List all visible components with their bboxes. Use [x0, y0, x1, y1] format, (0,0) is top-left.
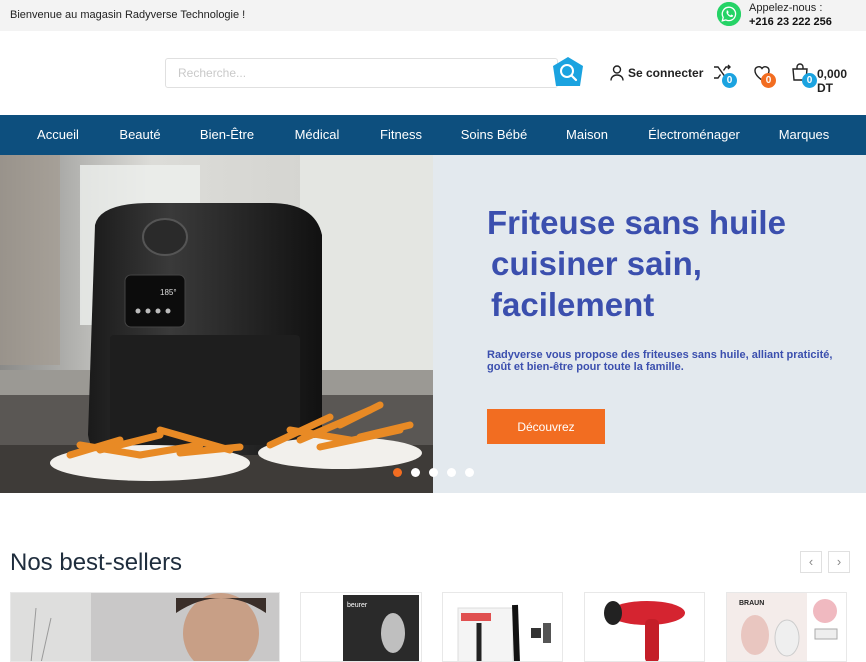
slider-dot-5[interactable] [465, 468, 474, 477]
cart-total[interactable]: 0,000 DT [817, 67, 866, 95]
product-card-1[interactable]: beurer [300, 592, 422, 662]
bestsellers-title: Nos best-sellers [10, 549, 183, 576]
nav-item-medical[interactable]: Médical [295, 115, 340, 155]
discover-button[interactable]: Découvrez [487, 409, 605, 444]
cart-count-badge: 0 [802, 73, 817, 88]
call-label: Appelez-nous : [749, 2, 823, 14]
product-card-4[interactable]: BRAUN [726, 592, 847, 662]
bestseller-banner-image[interactable] [10, 592, 280, 662]
svg-text:beurer: beurer [347, 602, 368, 609]
slider-dot-4[interactable] [447, 468, 456, 477]
login-label: Se connecter [628, 66, 704, 80]
login-link[interactable]: Se connecter [610, 64, 703, 82]
hero-title: Friteuse sans huile cuisiner sain, facil… [487, 202, 847, 325]
svg-text:BRAUN: BRAUN [739, 600, 764, 607]
top-bar: Bienvenue au magasin Radyverse Technolog… [0, 0, 866, 31]
compare-count-badge: 0 [722, 73, 737, 88]
whatsapp-icon[interactable] [717, 2, 741, 26]
search-button[interactable] [551, 56, 585, 90]
wishlist-count-badge: 0 [761, 73, 776, 88]
product-card-3[interactable] [584, 592, 705, 662]
welcome-message: Bienvenue au magasin Radyverse Technolog… [10, 9, 246, 21]
nav-item-bien-etre[interactable]: Bien-Être [200, 115, 254, 155]
slider-dot-1[interactable] [393, 468, 402, 477]
hero-air-fryer-image: 185° [0, 155, 433, 493]
slider-dots [393, 468, 474, 477]
fryer-display-text: 185° [160, 288, 177, 297]
slider-dot-3[interactable] [429, 468, 438, 477]
nav-item-marques[interactable]: Marques [779, 115, 830, 155]
nav-item-electromenager[interactable]: Électroménager [648, 115, 740, 155]
nav-item-accueil[interactable]: Accueil [37, 115, 79, 155]
hero-title-line-3: facilement [491, 286, 655, 323]
slider-dot-2[interactable] [411, 468, 420, 477]
search-icon [553, 57, 583, 86]
nav-item-beaute[interactable]: Beauté [119, 115, 160, 155]
user-icon [610, 65, 624, 81]
hero-slider: 185° Friteuse sans huile cuisiner sain, … [0, 155, 866, 493]
product-card-2[interactable] [442, 592, 563, 662]
header: Se connecter 0 0 0 0,000 DT [0, 31, 866, 115]
hero-description: Radyverse vous propose des friteuses san… [487, 349, 833, 373]
search-input[interactable] [165, 58, 558, 88]
phone-number[interactable]: +216 23 222 256 [749, 15, 832, 29]
call-info: Appelez-nous : +216 23 222 256 [749, 1, 832, 29]
chevron-left-icon[interactable]: ‹ [800, 551, 822, 573]
hero-title-line-2: cuisiner sain, [491, 245, 702, 282]
chevron-right-icon[interactable]: › [828, 551, 850, 573]
nav-item-fitness[interactable]: Fitness [380, 115, 422, 155]
nav-item-soins-bebe[interactable]: Soins Bébé [461, 115, 528, 155]
hero-title-line-1: Friteuse sans huile [487, 204, 786, 241]
nav-item-maison[interactable]: Maison [566, 115, 608, 155]
main-nav: Accueil Beauté Bien-Être Médical Fitness… [0, 115, 866, 155]
